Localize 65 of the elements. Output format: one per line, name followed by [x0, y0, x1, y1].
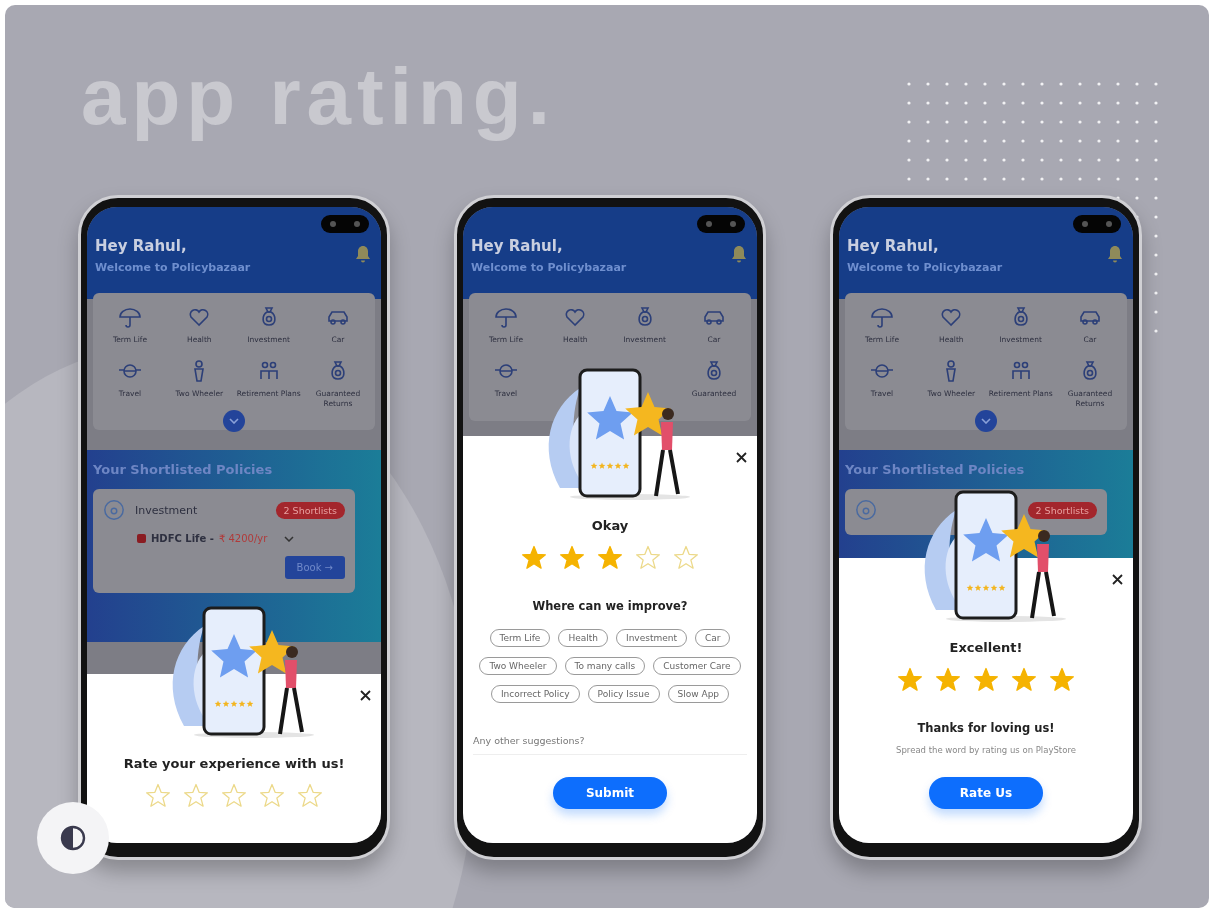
insurer-logo-icon [137, 534, 146, 544]
feedback-chip[interactable]: Investment [616, 629, 687, 647]
feedback-chip[interactable]: Car [694, 629, 731, 647]
section-title: Your Shortlisted Policies [93, 462, 274, 478]
insurer-name: HDFC Life - [151, 533, 214, 545]
bell-icon[interactable] [355, 245, 371, 263]
expand-button[interactable] [975, 410, 997, 433]
policy-price: ₹ 4200/yr [218, 533, 268, 545]
filled-star-icon[interactable] [1049, 667, 1075, 693]
welcome-text: Welcome to Policybazaar [95, 261, 251, 274]
empty-star-icon[interactable] [297, 783, 323, 809]
sheet-title: Okay [591, 518, 629, 533]
expand-button[interactable] [223, 410, 245, 433]
empty-star-icon[interactable] [183, 783, 209, 809]
feedback-chip[interactable]: Customer Care [653, 657, 741, 675]
filled-star-icon[interactable] [559, 545, 585, 571]
filled-star-icon[interactable] [521, 545, 547, 571]
sheet-title: Excellent! [949, 640, 1023, 655]
greeting-text: Hey Rahul, [847, 237, 940, 255]
close-icon[interactable] [360, 690, 371, 701]
greeting-text: Hey Rahul, [95, 237, 188, 255]
close-icon[interactable] [1112, 574, 1123, 585]
filled-star-icon[interactable] [897, 667, 923, 693]
feedback-chip[interactable]: Policy Issue [587, 685, 660, 703]
camera-cutout-drawing [321, 215, 369, 233]
bell-icon[interactable] [731, 245, 747, 263]
chevron-down-icon[interactable] [284, 535, 295, 542]
empty-star-icon[interactable] [145, 783, 171, 809]
thanks-message: Thanks for loving us! [917, 721, 1055, 735]
close-icon[interactable] [736, 452, 747, 463]
umbrella-icon[interactable] [494, 305, 518, 329]
bell-icon[interactable] [1107, 245, 1123, 263]
shortlist-badge: 2 Shortlists [275, 501, 345, 519]
playstore-note: Spread the word by rating us on PlayStore [896, 745, 1076, 755]
feedback-chip[interactable]: Two Wheeler [479, 657, 557, 675]
filled-star-icon[interactable] [935, 667, 961, 693]
feedback-chip[interactable]: To many calls [564, 657, 646, 675]
feedback-chip[interactable]: Health [558, 629, 608, 647]
filled-star-icon[interactable] [1011, 667, 1037, 693]
welcome-text: Welcome to Policybazaar [471, 261, 627, 274]
empty-star-icon[interactable] [221, 783, 247, 809]
chevron-down-icon [229, 418, 239, 425]
camera-cutout-drawing [697, 215, 745, 233]
filled-star-icon[interactable] [973, 667, 999, 693]
section-title: Your Shortlisted Policies [845, 462, 1026, 478]
filled-star-icon[interactable] [597, 545, 623, 571]
sheet-title: Rate your experience with us! [123, 756, 345, 771]
shortlist-badge: 2 Shortlists [1027, 501, 1097, 519]
rate-us-button[interactable]: Rate Us [929, 777, 1043, 809]
submit-button[interactable]: Submit [553, 777, 667, 809]
camera-cutout-drawing [1073, 215, 1121, 233]
umbrella-icon[interactable] [870, 305, 894, 329]
empty-star-icon[interactable] [259, 783, 285, 809]
contrast-icon [60, 825, 86, 851]
welcome-text: Welcome to Policybazaar [847, 261, 1003, 274]
greeting-text: Hey Rahul, [471, 237, 564, 255]
chevron-down-icon [981, 418, 991, 425]
improve-question: Where can we improve? [532, 599, 688, 613]
feedback-chip[interactable]: Term Life [489, 629, 551, 647]
umbrella-icon[interactable] [118, 305, 142, 329]
feedback-chip[interactable]: Slow App [667, 685, 730, 703]
feedback-chip[interactable]: Incorrect Policy [490, 685, 580, 703]
empty-star-icon[interactable] [635, 545, 661, 571]
policy-title: Investment [135, 503, 199, 517]
empty-star-icon[interactable] [673, 545, 699, 571]
